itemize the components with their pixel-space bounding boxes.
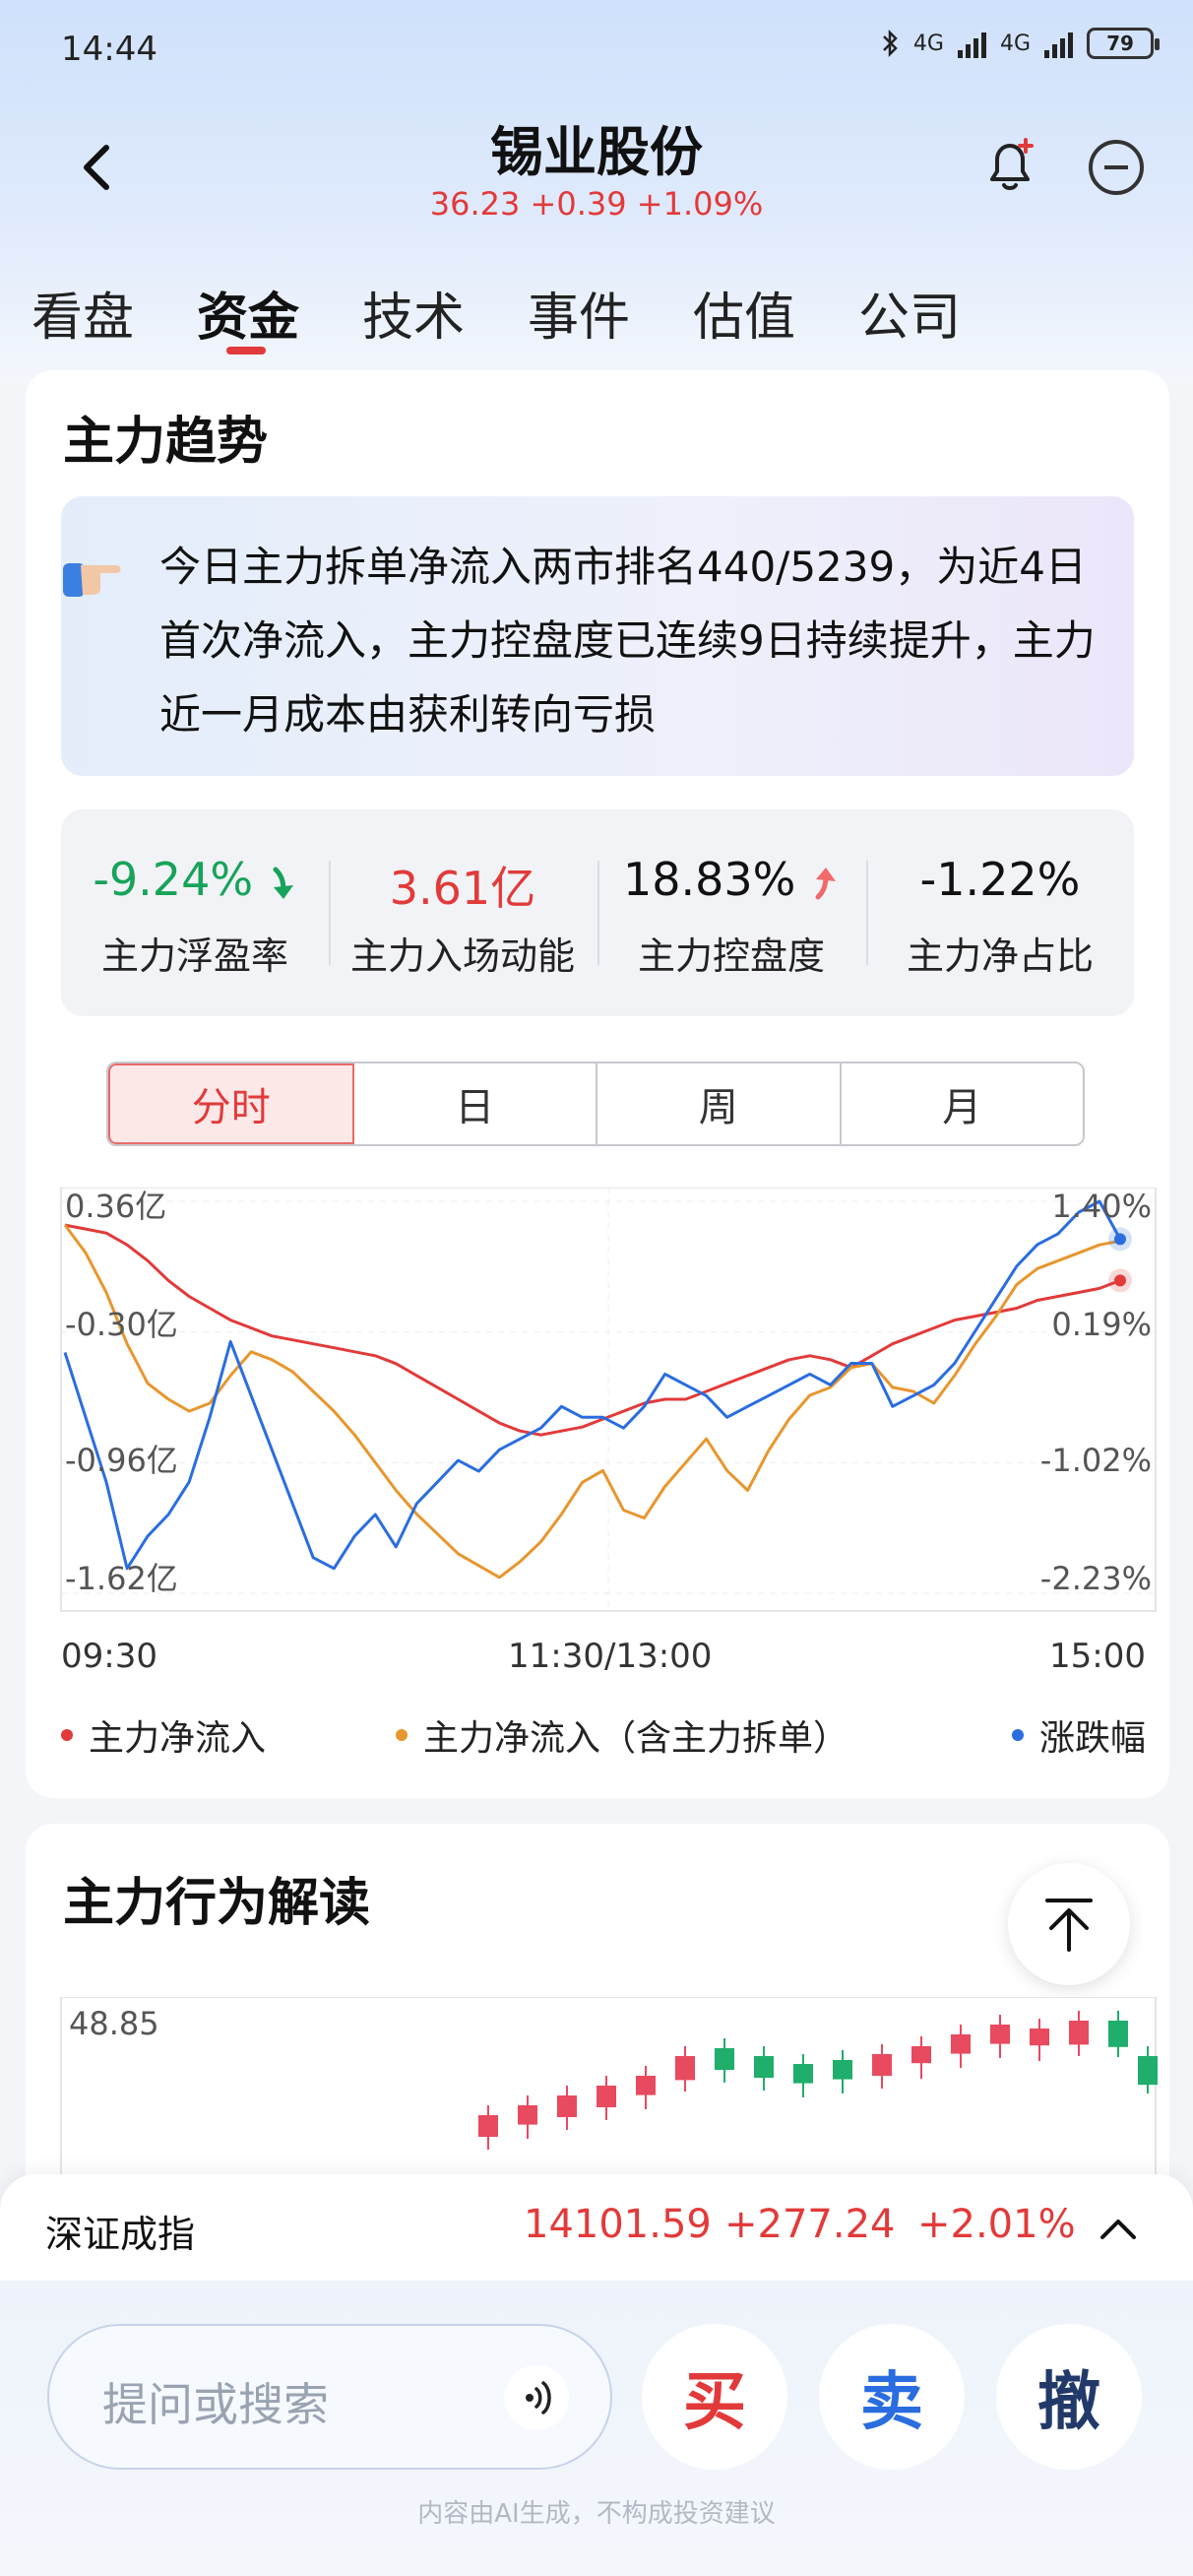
tab-kanpan[interactable]: 看盘 xyxy=(31,276,134,350)
metric-control-degree[interactable]: 18.83% 主力控盘度 xyxy=(597,809,865,1016)
y-left-tick: -1.62亿 xyxy=(65,1560,178,1597)
series-end-dot xyxy=(1114,1233,1126,1246)
index-value: 14101.59 xyxy=(524,2202,712,2247)
index-ticker-bar[interactable]: 深证成指 14101.59 +277.24 +2.01% xyxy=(0,2174,1193,2281)
main-force-trend-card: 主力趋势 今日主力拆单净流入两市排名440/5239，为近4日首次净流入，主力控… xyxy=(26,370,1169,1798)
legend-net-inflow-split: 主力净流入（含主力拆单） xyxy=(396,1709,848,1761)
metric-value: -9.24% xyxy=(61,853,329,906)
y-left-tick: 0.36亿 xyxy=(65,1188,166,1225)
y-left-tick: -0.96亿 xyxy=(65,1442,178,1479)
series-end-dot xyxy=(1114,1274,1126,1287)
status-icons: 4G 4G 79 xyxy=(880,28,1160,59)
metric-floating-profit[interactable]: -9.24% 主力浮盈率 xyxy=(61,809,329,1016)
tab-gongsi[interactable]: 公司 xyxy=(858,276,961,350)
bluetooth-icon xyxy=(883,29,898,58)
alert-bell-icon[interactable] xyxy=(978,134,1041,197)
metric-value: 3.61亿 xyxy=(389,862,536,915)
tab-guzhi[interactable]: 估值 xyxy=(693,276,795,350)
legend-dot xyxy=(396,1729,408,1741)
chevron-up-icon[interactable] xyxy=(1097,2214,1140,2243)
status-bar: 14:44 4G 4G 79 xyxy=(0,0,1193,98)
remove-watchlist-icon[interactable] xyxy=(1089,140,1144,195)
period-week[interactable]: 周 xyxy=(597,1063,842,1144)
legend-dot xyxy=(61,1729,73,1741)
active-tab-indicator xyxy=(226,347,266,354)
scroll-top-icon xyxy=(1045,1899,1093,1952)
period-intraday[interactable]: 分时 xyxy=(108,1063,354,1144)
insight-box: 今日主力拆单净流入两市排名440/5239，为近4日首次净流入，主力控盘度已连续… xyxy=(61,496,1134,776)
insight-text: 今日主力拆单净流入两市排名440/5239，为近4日首次净流入，主力控盘度已连续… xyxy=(159,543,1096,739)
card-title: 主力行为解读 xyxy=(63,1874,371,1933)
chart-legend: 主力净流入 主力净流入（含主力拆单） 涨跌幅 xyxy=(61,1709,1154,1759)
network-type-2: 4G xyxy=(999,31,1031,56)
signal-icon xyxy=(957,29,986,58)
index-name: 深证成指 xyxy=(45,2213,196,2256)
scroll-to-top-button[interactable] xyxy=(1008,1863,1130,1985)
index-change-pct: +2.01% xyxy=(917,2202,1076,2247)
index-change: +277.24 xyxy=(724,2202,896,2247)
metrics-panel: -9.24% 主力浮盈率 3.61亿 主力入场动能 18.83% 主力控盘度 -… xyxy=(61,809,1134,1016)
voice-input-icon[interactable] xyxy=(504,2365,569,2430)
metric-label: 主力控盘度 xyxy=(637,934,825,978)
trend-down-arrow-icon xyxy=(273,867,293,899)
legend-change: 涨跌幅 xyxy=(1012,1709,1146,1761)
fund-flow-chart: 0.36亿 -0.30亿 -0.96亿 -1.62亿 1.40% 0.19% -1.02% -… xyxy=(60,1188,1157,1612)
metric-entry-momentum[interactable]: 3.61亿 主力入场动能 xyxy=(329,809,596,1016)
sound-wave-icon xyxy=(526,2381,551,2415)
metric-value: 18.83% xyxy=(597,853,865,906)
metric-label: 主力净占比 xyxy=(906,934,1094,978)
trend-up-arrow-icon xyxy=(815,867,837,899)
tab-bar: 看盘 资金 技术 事件 估值 公司 xyxy=(0,266,1193,364)
x-label-midday: 11:30/13:00 xyxy=(508,1637,713,1676)
tab-zijin[interactable]: 资金 xyxy=(197,276,299,350)
x-label-open: 09:30 xyxy=(61,1637,157,1676)
ai-disclaimer: 内容由AI生成，不构成投资建议 xyxy=(417,2499,776,2529)
metric-label: 主力入场动能 xyxy=(349,934,575,978)
cancel-order-button[interactable]: 撤 xyxy=(996,2324,1142,2470)
legend-label: 主力净流入（含主力拆单） xyxy=(423,1718,849,1759)
legend-label: 涨跌幅 xyxy=(1039,1718,1147,1759)
search-placeholder: 提问或搜索 xyxy=(102,2378,329,2431)
buy-button[interactable]: 买 xyxy=(642,2324,787,2470)
period-selector: 分时 日 周 月 xyxy=(106,1062,1085,1146)
signal-icon xyxy=(1044,29,1073,58)
sell-button[interactable]: 卖 xyxy=(819,2324,965,2470)
y-left-tick: -0.30亿 xyxy=(65,1306,178,1343)
tab-shijian[interactable]: 事件 xyxy=(528,276,630,350)
legend-net-inflow: 主力净流入 xyxy=(61,1709,266,1761)
card-title: 主力趋势 xyxy=(63,413,269,472)
pointing-hand-icon xyxy=(63,563,121,597)
stock-header: 锡业股份 36.23 +0.39 +1.09% xyxy=(0,98,1193,236)
metric-net-ratio[interactable]: -1.22% 主力净占比 xyxy=(866,809,1134,1016)
tab-jishu[interactable]: 技术 xyxy=(362,276,465,350)
metric-value: -1.22% xyxy=(919,853,1081,906)
y-right-tick: -2.23% xyxy=(1040,1560,1152,1597)
x-label-close: 15:00 xyxy=(1049,1637,1146,1676)
period-month[interactable]: 月 xyxy=(842,1063,1084,1144)
price-label: 48.85 xyxy=(69,2005,159,2042)
metric-label: 主力浮盈率 xyxy=(100,934,288,978)
battery-icon: 79 xyxy=(1087,28,1160,59)
bottom-action-bar: 提问或搜索 买 卖 撤 内容由AI生成，不构成投资建议 xyxy=(0,2281,1193,2576)
network-type-1: 4G xyxy=(912,31,944,56)
legend-label: 主力净流入 xyxy=(89,1718,267,1759)
status-time: 14:44 xyxy=(61,30,157,69)
y-right-tick: -1.02% xyxy=(1040,1442,1152,1479)
y-right-tick: 1.40% xyxy=(1051,1188,1152,1225)
battery-level: 79 xyxy=(1106,32,1134,55)
period-day[interactable]: 日 xyxy=(354,1063,597,1144)
search-input[interactable]: 提问或搜索 xyxy=(47,2324,612,2470)
y-right-tick: 0.19% xyxy=(1051,1306,1152,1343)
legend-dot xyxy=(1012,1729,1024,1741)
main-force-behavior-card: 主力行为解读 48.85 xyxy=(26,1824,1169,2218)
